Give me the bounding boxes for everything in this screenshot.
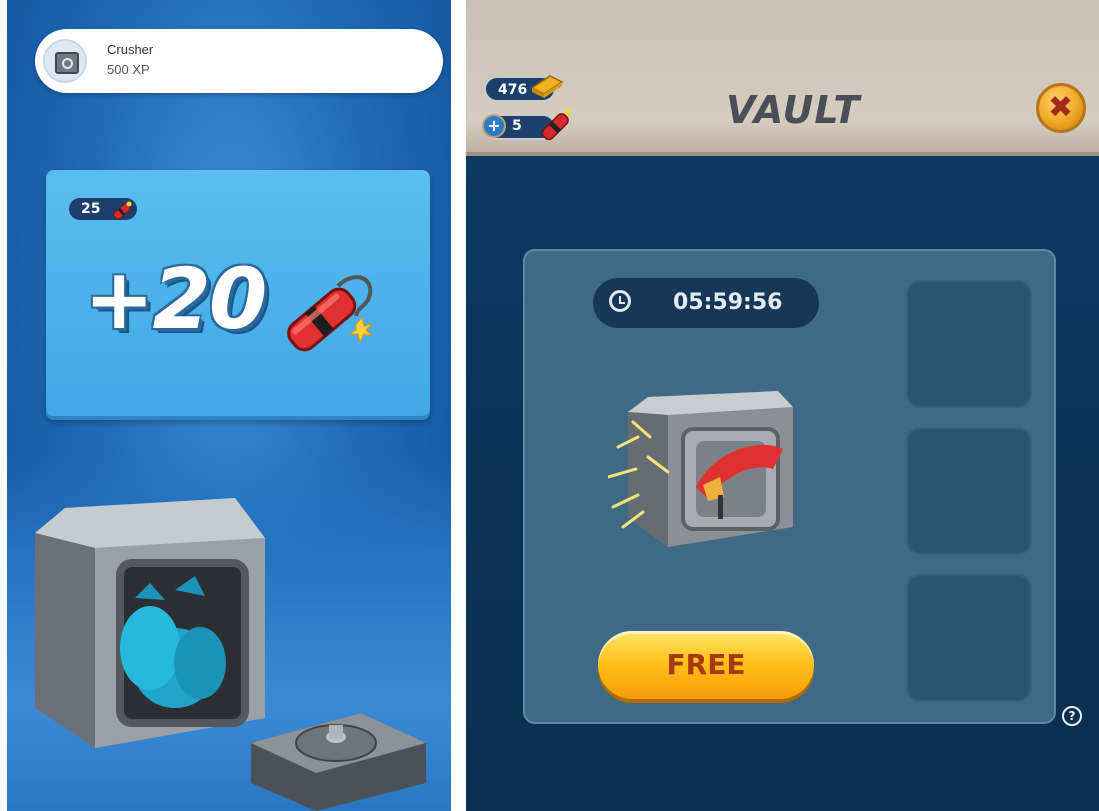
vault-slot-2[interactable] — [906, 427, 1032, 555]
safe-image — [35, 498, 265, 748]
vault-icon — [43, 39, 87, 83]
free-button[interactable]: FREE — [598, 631, 814, 699]
dynamite-icon — [113, 201, 132, 220]
achievement-xp: 500 XP — [107, 62, 150, 77]
vault-panel: 05:59:56 FREE — [523, 249, 1056, 724]
reward-card: 25 +20 — [46, 170, 430, 420]
reward-amount: +20 — [84, 250, 267, 348]
gold-amount: 476 — [498, 82, 528, 98]
achievement-title: Crusher — [107, 42, 154, 57]
dynamite-icon — [287, 275, 374, 352]
reward-screen: Crusher 500 XP 25 +20 — [7, 0, 451, 811]
free-button-label: FREE — [666, 648, 746, 681]
vault-screen: 476 + 5 VAULT ✖ 05:59:56 FREE ? — [466, 0, 1099, 811]
dynamite-amount: 5 — [512, 118, 522, 134]
timer: 05:59:56 — [593, 278, 819, 328]
safe-image — [608, 391, 793, 547]
vault-slot-3[interactable] — [906, 574, 1032, 702]
dynamite-count: 25 — [81, 201, 101, 217]
gold-bar-icon — [530, 75, 564, 98]
add-dynamite-button[interactable]: + — [482, 114, 506, 138]
dynamite-icon — [541, 109, 571, 141]
dynamite-counter: 25 — [69, 198, 137, 220]
top-bar: 476 + 5 VAULT ✖ — [466, 0, 1099, 156]
close-button[interactable]: ✖ — [1036, 83, 1086, 133]
clock-icon — [609, 290, 631, 312]
close-icon: ✖ — [1048, 90, 1074, 125]
help-icon[interactable]: ? — [1062, 706, 1082, 726]
page-title: VAULT — [726, 88, 861, 132]
achievement-toast[interactable]: Crusher 500 XP — [35, 29, 443, 93]
vault-slot-1[interactable] — [906, 280, 1032, 408]
safe-door-image — [251, 713, 426, 811]
timer-value: 05:59:56 — [673, 290, 783, 315]
